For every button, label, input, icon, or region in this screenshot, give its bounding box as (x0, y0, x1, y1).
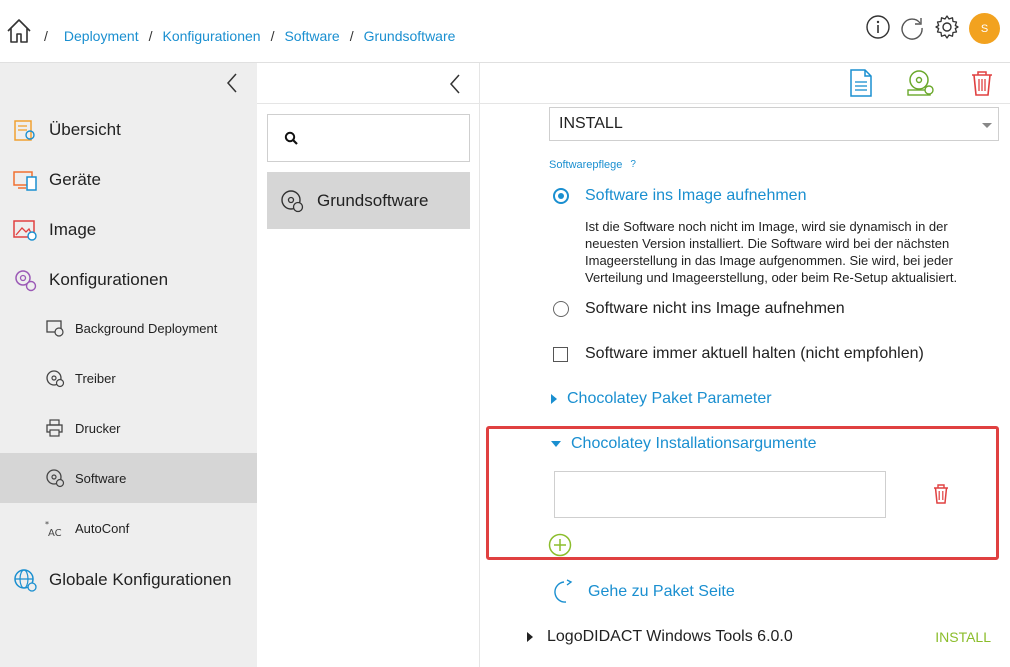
chocolatey-params-toggle[interactable]: Chocolatey Paket Parameter (551, 390, 772, 408)
breadcrumb-software[interactable]: Software (284, 28, 339, 44)
sidebar-item-image[interactable]: Image (0, 205, 257, 255)
svg-text:AC: AC (48, 528, 62, 538)
trash-icon[interactable] (967, 68, 997, 98)
document-icon[interactable] (846, 68, 876, 98)
softwarepflege-label: Softwarepflege? (549, 159, 636, 171)
install-disc-icon[interactable] (905, 68, 935, 98)
printer-icon (46, 419, 63, 437)
package-name: LogoDIDACT Windows Tools 6.0.0 (547, 628, 793, 645)
chocolatey-argument-input[interactable] (554, 471, 886, 518)
collapsible-label: Chocolatey Paket Parameter (567, 390, 772, 407)
goto-label: Gehe zu Paket Seite (588, 583, 735, 600)
devices-icon (13, 171, 37, 191)
package-status-badge: INSTALL (935, 629, 991, 645)
trash-icon[interactable] (932, 483, 950, 505)
sidebar: Übersicht Geräte Image Konfigurationen B… (0, 63, 257, 667)
software-icon (281, 189, 304, 212)
sidebar-item-geraete[interactable]: Geräte (0, 155, 257, 205)
configurations-icon (15, 270, 37, 292)
sidebar-item-konfigurationen[interactable]: Konfigurationen (0, 255, 257, 305)
breadcrumb: / Deployment / Konfigurationen / Softwar… (44, 28, 456, 44)
list-item-grundsoftware[interactable]: Grundsoftware (267, 172, 470, 229)
sidebar-item-label: Image (49, 220, 97, 239)
sidebar-item-label: Globale Konfigurationen (49, 570, 232, 589)
sidebar-item-label: Treiber (75, 370, 116, 386)
search-box[interactable] (267, 114, 470, 162)
caret-down-icon (551, 441, 561, 447)
package-row[interactable]: LogoDIDACT Windows Tools 6.0.0 INSTALL (527, 628, 997, 646)
global-config-icon (14, 569, 37, 592)
breadcrumb-grundsoftware[interactable]: Grundsoftware (364, 28, 456, 44)
goto-package-page-link[interactable]: Gehe zu Paket Seite (554, 578, 735, 606)
radio-include-in-image[interactable]: Software ins Image aufnehmen (553, 187, 806, 205)
caret-right-icon (527, 632, 533, 642)
sidebar-collapse-chevron-icon[interactable] (224, 71, 240, 95)
home-icon[interactable] (5, 17, 33, 45)
radio-label: Software ins Image aufnehmen (585, 187, 807, 204)
sidebar-item-drucker[interactable]: Drucker (0, 403, 257, 453)
software-detail-panel: INSTALL Softwarepflege? Software ins Ima… (481, 104, 1010, 667)
sidebar-item-label: Software (75, 470, 127, 486)
sidebar-item-label: Geräte (49, 170, 101, 189)
list-item-label: Grundsoftware (317, 190, 429, 210)
radio-include-description: Ist die Software noch nicht im Image, wi… (585, 219, 958, 285)
checkbox[interactable] (553, 346, 568, 362)
sidebar-item-autoconf[interactable]: * AC AutoConf (0, 503, 257, 553)
install-mode-select[interactable]: INSTALL (549, 107, 999, 141)
software-icon (46, 469, 65, 488)
image-icon (13, 220, 37, 241)
overview-icon (14, 120, 35, 141)
sidebar-item-label: Konfigurationen (49, 270, 169, 289)
help-icon[interactable]: ? (630, 159, 636, 170)
radio-button[interactable] (553, 301, 569, 317)
sidebar-item-uebersicht[interactable]: Übersicht (0, 105, 257, 155)
sidebar-item-globale-konfigurationen[interactable]: Globale Konfigurationen (0, 555, 257, 605)
info-icon[interactable] (865, 14, 891, 40)
gear-icon[interactable] (934, 14, 960, 40)
breadcrumb-konfigurationen[interactable]: Konfigurationen (162, 28, 260, 44)
background-deployment-icon (46, 320, 64, 337)
chocolatey-args-toggle[interactable]: Chocolatey Installationsargumente (551, 435, 816, 453)
radio-exclude-from-image[interactable]: Software nicht ins Image aufnehmen (553, 300, 845, 318)
sidebar-item-treiber[interactable]: Treiber (0, 353, 257, 403)
sidebar-item-background-deployment[interactable]: Background Deployment (0, 303, 257, 353)
software-list-panel: Grundsoftware (257, 63, 1010, 667)
refresh-icon[interactable] (899, 14, 925, 40)
caret-right-icon (551, 394, 557, 404)
sidebar-item-software[interactable]: Software (0, 453, 257, 503)
top-header: / Deployment / Konfigurationen / Softwar… (0, 0, 1010, 63)
breadcrumb-deployment[interactable]: Deployment (64, 28, 139, 44)
sidebar-item-label: Übersicht (49, 120, 121, 139)
sidebar-item-label: Background Deployment (75, 320, 218, 336)
list-collapse-chevron-icon[interactable] (447, 72, 463, 96)
checkbox-always-update[interactable]: Software immer aktuell halten (nicht emp… (553, 345, 924, 363)
add-circle-icon[interactable] (548, 533, 572, 557)
external-link-icon (554, 579, 573, 603)
search-icon (284, 131, 298, 145)
user-avatar[interactable]: S (969, 13, 1000, 44)
driver-icon (46, 370, 65, 388)
autoconf-icon: * AC (45, 520, 62, 538)
sidebar-item-label: Drucker (75, 420, 121, 436)
radio-button-selected[interactable] (553, 188, 569, 204)
install-mode-value: INSTALL (559, 115, 623, 132)
sidebar-item-label: AutoConf (75, 520, 130, 536)
chevron-down-icon (982, 123, 992, 128)
checkbox-label: Software immer aktuell halten (nicht emp… (585, 345, 924, 362)
collapsible-label: Chocolatey Installationsargumente (571, 435, 817, 452)
radio-label: Software nicht ins Image aufnehmen (585, 300, 845, 317)
search-input[interactable] (308, 130, 458, 146)
